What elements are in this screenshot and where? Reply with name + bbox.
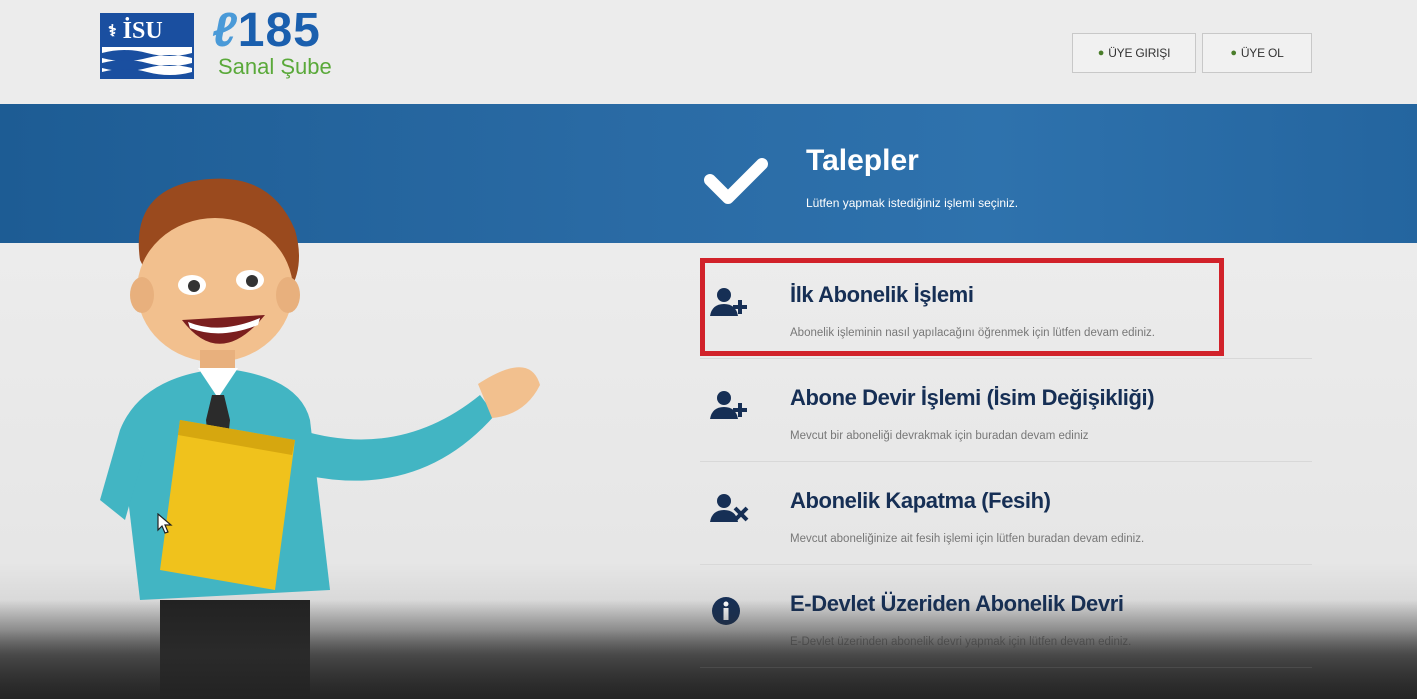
list-item[interactable]: E-Devlet Üzeriden Abonelik Devri E-Devle… [700,565,1312,668]
site-header: ⚕ İSU ℓ185 Sanal Şube ● ÜYE GIRIŞI ● ÜYE… [0,0,1417,104]
user-icon: ● [1230,47,1237,59]
logo-swirl-icon: ℓ [212,4,238,57]
list-item-title: E-Devlet Üzeriden Abonelik Devri [790,591,1124,616]
list-item[interactable]: Abonelik Kapatma (Fesih) Mevcut aboneliğ… [700,462,1312,565]
user-times-icon [710,494,749,522]
waves-icon [102,50,192,77]
page-title: Talepler [806,144,919,177]
isu-logo-text: İSU [122,17,163,44]
list-item[interactable]: Abone Devir İşlemi (İsim Değişikliği) Me… [700,359,1312,462]
list-item-desc: E-Devlet üzerinden abonelik devri yapmak… [790,636,1132,648]
logo-185-sub: Sanal Şube [218,54,332,79]
list-item-title: Abonelik Kapatma (Fesih) [790,488,1051,513]
signup-button[interactable]: ● ÜYE OL [1202,33,1312,73]
check-icon [704,158,768,204]
list-item-title: İlk Abonelik İşlemi [790,282,974,307]
login-label: ÜYE GIRIŞI [1108,46,1171,60]
signup-label: ÜYE OL [1240,46,1284,60]
isu-logo[interactable]: ⚕ İSU [100,13,194,79]
user-icon: ● [1097,47,1105,59]
sanal-sube-logo[interactable]: ℓ185 Sanal Şube [212,6,352,86]
login-button[interactable]: ● ÜYE GIRIŞI [1072,33,1196,73]
list-item-desc: Mevcut bir aboneliği devrakmak için bura… [790,430,1089,442]
info-circle-icon [712,597,740,625]
logo-185-number: 185 [237,4,321,57]
page-subtitle: Lütfen yapmak istediğiniz işlemi seçiniz… [806,196,1019,210]
list-item-title: Abone Devir İşlemi (İsim Değişikliği) [790,385,1155,410]
seal-icon: ⚕ [108,23,117,40]
cartoon-man-illustration [100,178,540,699]
request-list: İlk Abonelik İşlemi Abonelik işleminin n… [700,256,1312,668]
list-item[interactable]: İlk Abonelik İşlemi Abonelik işleminin n… [700,256,1312,359]
list-item-desc: Abonelik işleminin nasıl yapılacağını öğ… [790,327,1156,339]
mouse-cursor-icon [157,513,173,534]
user-plus-icon [710,288,747,316]
list-item-desc: Mevcut aboneliğinize ait fesih işlemi iç… [790,533,1145,545]
user-plus-icon [710,391,747,419]
